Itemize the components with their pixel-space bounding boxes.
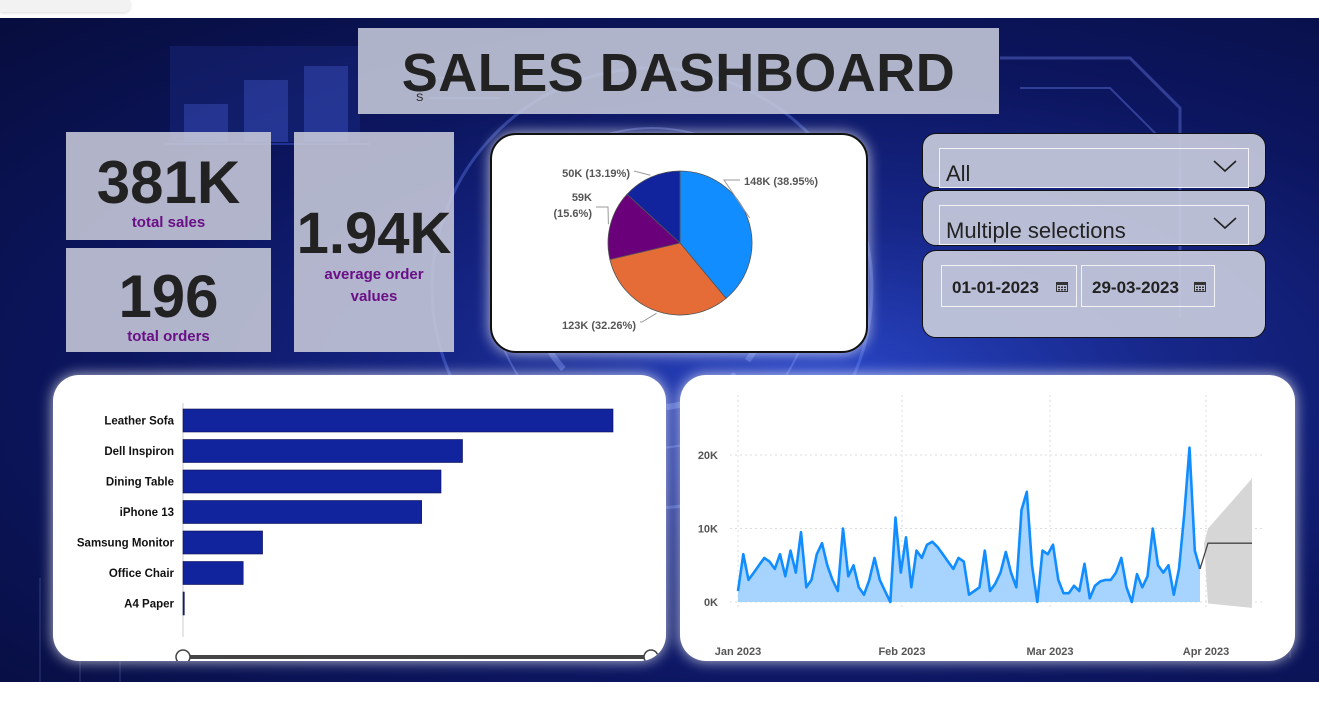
x-tick-label: Feb 2023 bbox=[878, 646, 925, 658]
pie-leader-line bbox=[596, 206, 609, 225]
pie-leader-line bbox=[640, 312, 657, 323]
bar[interactable] bbox=[182, 591, 185, 616]
bar[interactable] bbox=[182, 561, 244, 585]
kpi-average-order: 1.94K average order values bbox=[294, 132, 454, 352]
pie-data-label: 59K bbox=[572, 192, 592, 204]
kpi-total-sales: 381K total sales bbox=[66, 132, 271, 240]
range-slider-end-handle[interactable] bbox=[643, 649, 659, 661]
pie-data-label: (15.6%) bbox=[553, 208, 592, 220]
bar[interactable] bbox=[182, 439, 463, 463]
bar-category-label: Dell Inspiron bbox=[104, 446, 174, 458]
x-tick-label: Jan 2023 bbox=[715, 646, 761, 658]
chevron-down-icon[interactable] bbox=[1212, 155, 1238, 175]
bar-chart: Leather Sofa Dell Inspiron Dining Table iPh… bbox=[77, 403, 659, 661]
category-dropdown[interactable]: All bbox=[939, 148, 1249, 188]
end-date-input[interactable]: 29-03-2023 bbox=[1081, 265, 1215, 307]
calendar-icon[interactable] bbox=[1194, 281, 1206, 292]
area-fill bbox=[738, 447, 1200, 602]
bar-category-label: Office Chair bbox=[109, 568, 175, 580]
product-slicer: Multiple selections bbox=[922, 190, 1266, 246]
total-orders-label: total orders bbox=[127, 328, 210, 345]
bar-category-label: Samsung Monitor bbox=[77, 538, 175, 550]
category-dropdown-value: All bbox=[946, 161, 971, 186]
pie-chart: 148K (38.95%) 123K (32.26%) 59K (15.6%) 50K … bbox=[553, 168, 818, 332]
calendar-icon[interactable] bbox=[1056, 281, 1068, 292]
title-banner: S SALES DASHBOARD bbox=[358, 28, 999, 114]
bar-category-label: Leather Sofa bbox=[104, 416, 174, 428]
bar[interactable] bbox=[182, 530, 263, 555]
product-dropdown[interactable]: Multiple selections bbox=[939, 205, 1249, 245]
bar[interactable] bbox=[182, 408, 614, 433]
total-orders-value: 196 bbox=[118, 263, 219, 330]
average-order-value: 1.94K bbox=[296, 201, 452, 266]
average-order-label-line1: average order bbox=[324, 266, 424, 283]
x-tick-label: Mar 2023 bbox=[1026, 646, 1073, 658]
chevron-down-icon[interactable] bbox=[1212, 212, 1238, 232]
pie-data-label: 123K (32.26%) bbox=[562, 320, 636, 332]
pie-data-label: 148K (38.95%) bbox=[744, 176, 818, 188]
top-tab bbox=[0, 0, 130, 12]
line-chart: 0K 10K 20K Jan 2023 Feb 2023 Mar 2023 Apr 2023 bbox=[698, 395, 1265, 658]
start-date-input[interactable]: 01-01-2023 bbox=[941, 265, 1077, 307]
dashboard-canvas: S SALES DASHBOARD 381K total sales 196 t… bbox=[0, 18, 1319, 682]
sales-line[interactable] bbox=[736, 446, 1202, 604]
y-tick-label: 20K bbox=[698, 450, 718, 462]
kpi-total-orders: 196 total orders bbox=[66, 248, 271, 352]
bar[interactable] bbox=[182, 500, 422, 524]
page-title: SALES DASHBOARD bbox=[401, 43, 956, 103]
total-sales-value: 381K bbox=[96, 149, 241, 216]
line-chart-card: 0K 10K 20K Jan 2023 Feb 2023 Mar 2023 Apr 2023 bbox=[680, 375, 1295, 661]
total-sales-label: total sales bbox=[131, 214, 206, 231]
bar-chart-card: Leather Sofa Dell Inspiron Dining Table iPh… bbox=[53, 375, 666, 661]
x-tick-label: Apr 2023 bbox=[1183, 646, 1229, 658]
bar[interactable] bbox=[182, 469, 442, 494]
browser-top-strip bbox=[0, 0, 1319, 18]
pie-leader-line bbox=[633, 170, 651, 176]
bar-category-label: A4 Paper bbox=[124, 599, 174, 611]
date-slicer: 01-01-2023 29-03-2023 bbox=[922, 250, 1266, 338]
pie-chart-card: 148K (38.95%) 123K (32.26%) 59K (15.6%) 50K … bbox=[490, 133, 868, 353]
bar-category-label: iPhone 13 bbox=[120, 507, 174, 519]
start-date-value: 01-01-2023 bbox=[952, 278, 1039, 297]
product-dropdown-value: Multiple selections bbox=[946, 218, 1126, 243]
average-order-label-line2: values bbox=[350, 288, 398, 305]
range-slider-start-handle[interactable] bbox=[175, 649, 191, 661]
bar-category-label: Dining Table bbox=[106, 477, 174, 489]
y-tick-label: 10K bbox=[698, 524, 718, 536]
y-tick-label: 0K bbox=[704, 597, 718, 609]
pie-data-label: 50K (13.19%) bbox=[562, 168, 630, 180]
category-slicer: All bbox=[922, 133, 1266, 188]
end-date-value: 29-03-2023 bbox=[1092, 278, 1179, 297]
